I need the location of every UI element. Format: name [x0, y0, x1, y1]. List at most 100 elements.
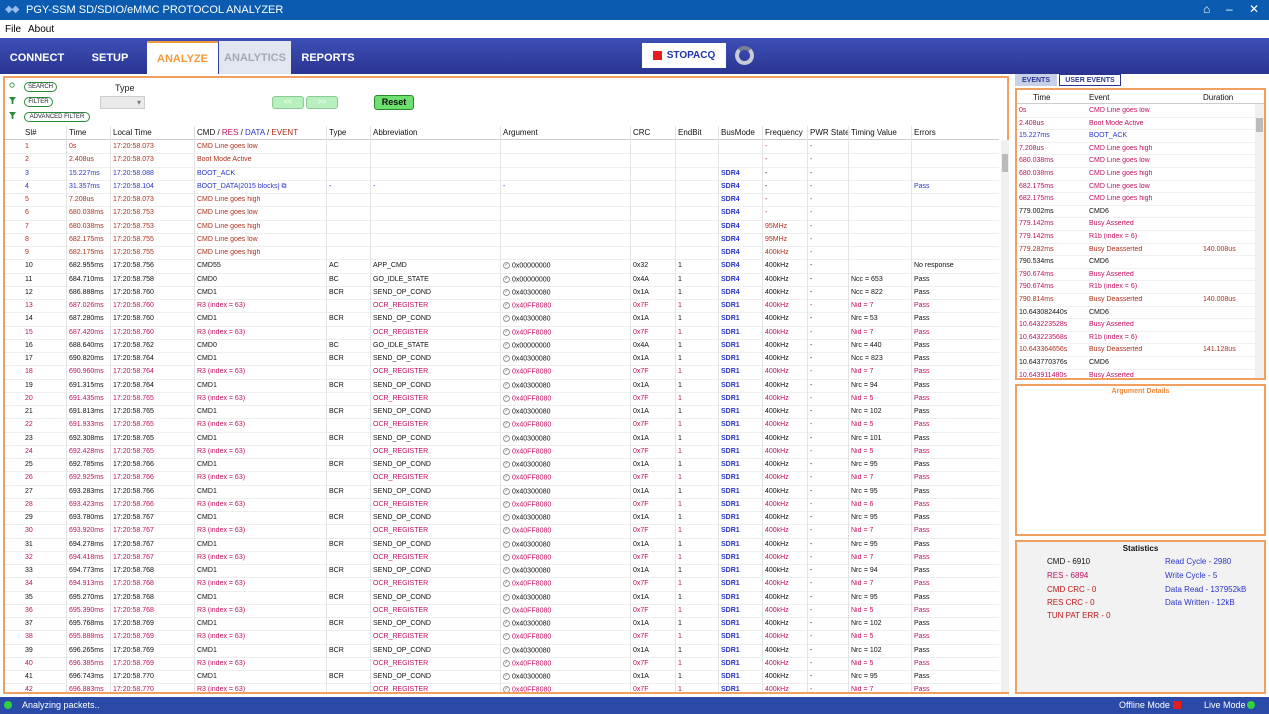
expand-argument-icon[interactable]: ✓ [503, 540, 510, 548]
col-endbit[interactable]: EndBit [678, 128, 720, 137]
table-row[interactable]: 34 694.913ms 17:20:58.768 R3 (index = 63) OC… [5, 578, 999, 592]
tab-connect[interactable]: CONNECT [3, 41, 71, 74]
type-select[interactable]: ▾ [100, 96, 145, 109]
col-cmd-res-data-event[interactable]: CMD / RES / DATA / EVENT [197, 128, 327, 137]
expand-argument-icon[interactable]: ✓ [503, 633, 510, 641]
expand-argument-icon[interactable]: ✓ [503, 381, 510, 389]
expand-argument-icon[interactable]: ✓ [503, 461, 510, 468]
tab-analyze[interactable]: ANALYZE [147, 41, 218, 74]
expand-argument-icon[interactable]: ✓ [503, 620, 510, 627]
table-row[interactable]: 7 680.038ms 17:20:58.753 CMD Line goes high… [5, 221, 999, 234]
expand-argument-icon[interactable]: ✓ [503, 355, 510, 362]
event-row[interactable]: 2.408us Boot Mode Active [1017, 118, 1255, 131]
table-row[interactable]: 5 7.208us 17:20:58.073 CMD Line goes high SD… [5, 194, 999, 208]
next-button[interactable]: >> [306, 96, 338, 109]
event-row[interactable]: 682.175ms CMD Line goes high [1017, 193, 1255, 206]
expand-argument-icon[interactable]: ✓ [503, 593, 510, 601]
tab-setup[interactable]: SETUP [74, 41, 146, 74]
event-row[interactable]: 790.814ms Busy Deasserted 140.008us [1017, 294, 1255, 307]
event-row[interactable]: 10.643770376s CMD6 [1017, 357, 1255, 370]
event-row[interactable]: 10.643223568s R1b (index = 6) [1017, 332, 1255, 345]
table-row[interactable]: 20 691.435ms 17:20:58.765 R3 (index = 63) OC… [5, 393, 999, 406]
col-local-time[interactable]: Local Time [113, 128, 197, 137]
expand-argument-icon[interactable]: ✓ [503, 447, 510, 455]
expand-argument-icon[interactable]: ✓ [503, 514, 510, 521]
tab-analytics[interactable]: ANALYTICS [219, 41, 291, 74]
expand-argument-icon[interactable]: ✓ [503, 288, 510, 296]
col-busmode[interactable]: BusMode [721, 128, 763, 137]
event-row[interactable]: 779.002ms CMD6 [1017, 206, 1255, 219]
col-pwr-state[interactable]: PWR State [810, 128, 850, 137]
expand-argument-icon[interactable]: ✓ [503, 606, 510, 614]
table-row[interactable]: 4 31.357ms 17:20:58.104 BOOT_DATA[2015 bloc… [5, 181, 999, 194]
table-row[interactable]: 18 690.960ms 17:20:58.764 R3 (index = 63) OC… [5, 366, 999, 380]
expand-argument-icon[interactable]: ✓ [503, 275, 510, 283]
minimize-icon[interactable]: – [1226, 2, 1233, 16]
table-row[interactable]: 32 694.418ms 17:20:58.767 R3 (index = 63) OC… [5, 552, 999, 565]
col-crc[interactable]: CRC [633, 128, 677, 137]
expand-argument-icon[interactable]: ✓ [503, 408, 510, 415]
event-row[interactable]: 790.674ms R1b (index = 6) [1017, 281, 1255, 294]
col-abbreviation[interactable]: Abbreviation [373, 128, 501, 137]
col-argument[interactable]: Argument [503, 128, 631, 137]
col-sl[interactable]: Sl# [25, 128, 67, 137]
table-row[interactable]: 15 687.420ms 17:20:58.760 R3 (index = 63) OC… [5, 327, 999, 340]
table-row[interactable]: 2 2.408us 17:20:58.073 Boot Mode Active - - [5, 154, 999, 168]
search-button[interactable]: SEARCH [24, 82, 57, 92]
event-row[interactable]: 779.142ms Busy Asserted [1017, 218, 1255, 231]
event-row[interactable]: 779.282ms Busy Deasserted 140.008us [1017, 244, 1255, 257]
menu-file[interactable]: File [5, 24, 21, 35]
event-row[interactable]: 680.038ms CMD Line goes high [1017, 168, 1255, 181]
expand-argument-icon[interactable]: ✓ [503, 553, 510, 561]
expand-argument-icon[interactable]: ✓ [503, 421, 510, 429]
table-row[interactable]: 1 0s 17:20:58.073 CMD Line goes low - - [5, 141, 999, 155]
table-row[interactable]: 38 695.888ms 17:20:58.769 R3 (index = 63) OC… [5, 631, 999, 645]
event-row[interactable]: 790.674ms Busy Asserted [1017, 269, 1255, 282]
table-row[interactable]: 14 687.280ms 17:20:58.760 CMD1 BCR SEND_OP_CO… [5, 313, 999, 327]
table-row[interactable]: 36 695.390ms 17:20:58.768 R3 (index = 63) OC… [5, 605, 999, 618]
table-row[interactable]: 37 695.768ms 17:20:58.769 CMD1 BCR SEND_OP_CO… [5, 618, 999, 632]
event-row[interactable]: 10.643223528s Busy Asserted [1017, 319, 1255, 332]
table-row[interactable]: 17 690.820ms 17:20:58.764 CMD1 BCR SEND_OP_CO… [5, 353, 999, 367]
table-row[interactable]: 9 682.175ms 17:20:58.755 CMD Line goes high… [5, 247, 999, 261]
col-time[interactable]: Time [69, 128, 113, 137]
expand-argument-icon[interactable]: ✓ [503, 487, 510, 495]
col-frequency[interactable]: Frequency [765, 128, 809, 137]
table-row[interactable]: 22 691.933ms 17:20:58.765 R3 (index = 63) OC… [5, 419, 999, 433]
tab-events[interactable]: EVENTS [1015, 74, 1057, 86]
table-row[interactable]: 42 696.883ms 17:20:58.770 R3 (index = 63) OC… [5, 684, 999, 692]
event-row[interactable]: 680.038ms CMD Line goes low [1017, 155, 1255, 168]
expand-argument-icon[interactable]: ✓ [503, 673, 510, 680]
event-row[interactable]: 790.534ms CMD6 [1017, 256, 1255, 269]
expand-argument-icon[interactable]: ✓ [503, 500, 510, 508]
expand-argument-icon[interactable]: ✓ [503, 580, 510, 588]
expand-argument-icon[interactable]: ✓ [503, 527, 510, 535]
filter-button[interactable]: FILTER [24, 97, 53, 107]
table-row[interactable]: 31 694.278ms 17:20:58.767 CMD1 BCR SEND_OP_CO… [5, 539, 999, 552]
expand-argument-icon[interactable]: ✓ [503, 328, 510, 336]
table-row[interactable]: 13 687.026ms 17:20:58.760 R3 (index = 63) OC… [5, 300, 999, 314]
col-timing-value[interactable]: Timing Value [851, 128, 913, 137]
table-row[interactable]: 29 693.780ms 17:20:58.767 CMD1 BCR SEND_OP_CO… [5, 512, 999, 526]
event-row[interactable]: 779.142ms R1b (index = 6) [1017, 231, 1255, 244]
tab-reports[interactable]: REPORTS [292, 41, 364, 74]
table-row[interactable]: 23 692.308ms 17:20:58.765 CMD1 BCR SEND_OP_CO… [5, 433, 999, 446]
home-icon[interactable]: ⌂ [1203, 2, 1210, 16]
table-scrollbar[interactable] [1001, 140, 1009, 692]
expand-argument-icon[interactable]: ✓ [503, 394, 510, 402]
expand-argument-icon[interactable]: ✓ [503, 302, 510, 309]
advanced-filter-button[interactable]: ADVANCED FILTER [24, 112, 90, 122]
table-row[interactable]: 11 684.710ms 17:20:58.758 CMD0 BC GO_IDLE_STA… [5, 274, 999, 287]
col-errors[interactable]: Errors [914, 128, 996, 137]
event-row[interactable]: 10.643364656s Busy Deasserted 141.128us [1017, 344, 1255, 357]
expand-argument-icon[interactable]: ✓ [503, 434, 510, 442]
table-row[interactable]: 21 691.813ms 17:20:58.765 CMD1 BCR SEND_OP_CO… [5, 406, 999, 420]
table-row[interactable]: 16 688.640ms 17:20:58.762 CMD0 BC GO_IDLE_STA… [5, 340, 999, 353]
table-row[interactable]: 12 686.888ms 17:20:58.760 CMD1 BCR SEND_OP_CO… [5, 287, 999, 300]
table-row[interactable]: 41 696.743ms 17:20:58.770 CMD1 BCR SEND_OP_CO… [5, 671, 999, 685]
table-row[interactable]: 6 680.038ms 17:20:58.753 CMD Line goes low S… [5, 207, 999, 221]
table-row[interactable]: 26 692.925ms 17:20:58.766 R3 (index = 63) OC… [5, 472, 999, 486]
scroll-thumb[interactable] [1256, 118, 1263, 132]
expand-argument-icon[interactable]: ✓ [503, 659, 510, 667]
table-row[interactable]: 39 696.265ms 17:20:58.769 CMD1 BCR SEND_OP_CO… [5, 645, 999, 658]
